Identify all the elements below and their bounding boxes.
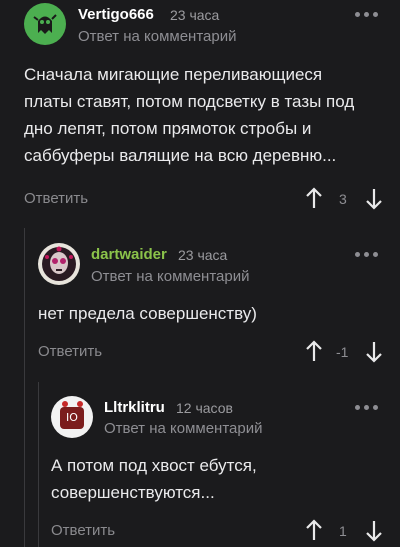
comment-line: А потом под хвост ебутся, — [51, 456, 257, 475]
comment-lltrklitru: IO Lltrklitru 12 часов Ответ на коммента… — [0, 0, 400, 547]
avatar[interactable]: IO — [51, 396, 93, 438]
timestamp: 12 часов — [176, 400, 233, 416]
upvote-arrow-icon[interactable] — [306, 519, 322, 541]
more-options-icon[interactable] — [355, 405, 378, 410]
svg-text:IO: IO — [66, 411, 78, 424]
reply-button[interactable]: Ответить — [51, 522, 115, 539]
comment-line: совершенствуются... — [51, 483, 215, 502]
downvote-arrow-icon[interactable] — [366, 520, 382, 542]
score: 1 — [339, 523, 347, 539]
username[interactable]: Lltrklitru — [104, 399, 165, 416]
comment-body: А потом под хвост ебутся, совершенствуют… — [51, 452, 391, 506]
sticker-avatar-icon: IO — [51, 396, 93, 438]
reply-to-link[interactable]: Ответ на комментарий — [104, 420, 262, 437]
